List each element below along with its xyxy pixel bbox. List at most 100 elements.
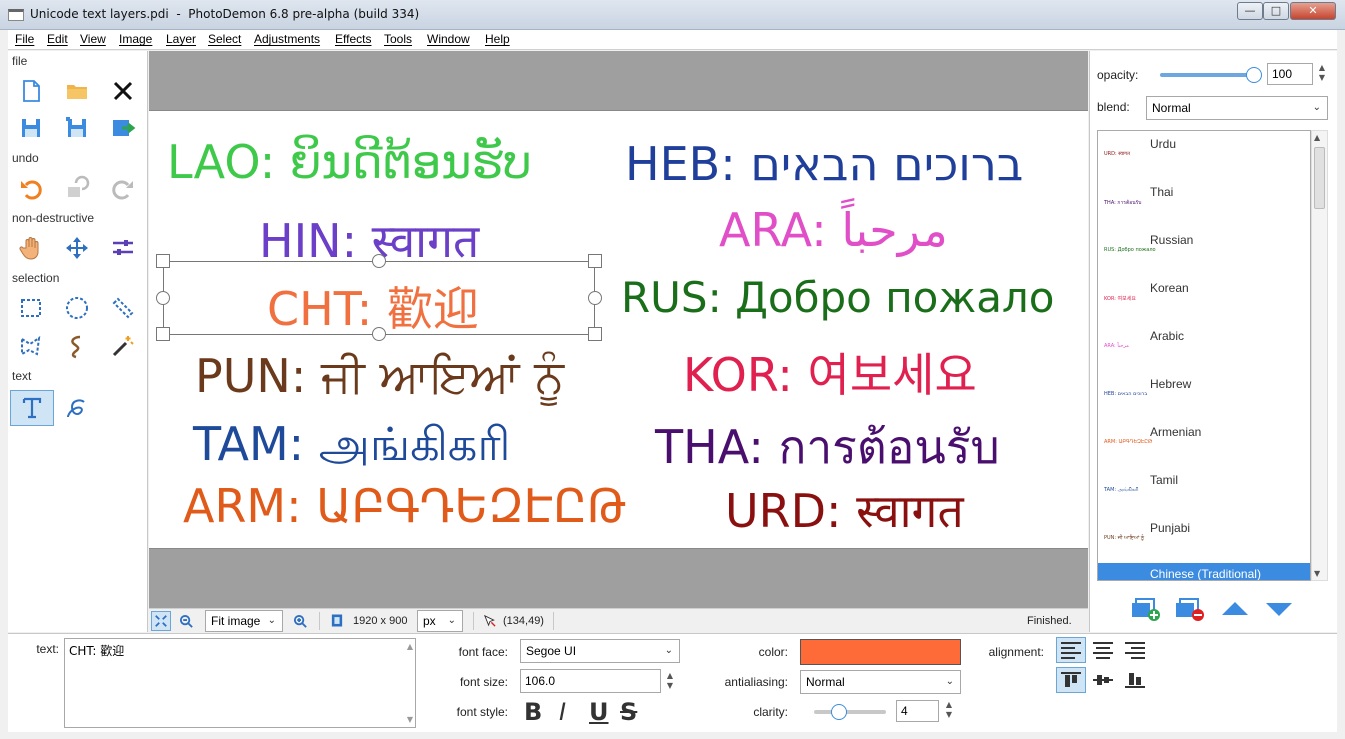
layer-list-item[interactable]: HEB: ברוכים הבאים Hebrew xyxy=(1098,371,1310,419)
unit-dropdown[interactable]: px ⌄ xyxy=(417,610,463,632)
layer-lao[interactable]: LAO: ຍິນດີຕ້ອນຮັບ xyxy=(167,135,532,189)
line-select-tool[interactable] xyxy=(106,292,140,324)
text-tool[interactable] xyxy=(10,390,54,426)
zoom-in-button[interactable] xyxy=(291,612,309,630)
clarity-input[interactable]: 4 xyxy=(896,700,939,722)
text-layer-selection-box[interactable] xyxy=(156,254,602,341)
scroll-down-icon[interactable]: ▼ xyxy=(1314,569,1320,578)
resize-handle-top-left[interactable] xyxy=(156,254,170,268)
hand-tool[interactable] xyxy=(14,232,48,264)
layer-list-item[interactable]: ARA: مرحباً Arabic xyxy=(1098,323,1310,371)
menu-edit[interactable]: Edit xyxy=(47,32,68,46)
layer-punjabi[interactable]: PUN: ਜੀ ਆਇਆਂ ਨੂੰ xyxy=(195,349,564,405)
layer-thai[interactable]: THA: การต้อนรับ xyxy=(655,411,1000,484)
menu-window[interactable]: Window xyxy=(427,32,470,46)
layer-list-item-selected[interactable]: Chinese (Traditional) xyxy=(1098,563,1310,580)
magic-wand-tool[interactable] xyxy=(106,330,140,362)
layer-list-item[interactable]: KOR: 여보세요 Korean xyxy=(1098,275,1310,323)
export-button[interactable] xyxy=(106,112,140,144)
layer-arabic[interactable]: ARA: مرحباً xyxy=(719,203,948,257)
font-size-input[interactable]: 106.0 xyxy=(520,669,661,693)
layer-korean[interactable]: KOR: 여보세요 xyxy=(683,339,977,405)
opacity-input[interactable]: 100 xyxy=(1267,63,1313,85)
zoom-dropdown[interactable]: Fit image ⌄ xyxy=(205,610,283,632)
opacity-spinner[interactable]: ▲ ▼ xyxy=(1317,63,1327,85)
text-input-area[interactable]: CHT: 歡迎 ▲ ▼ xyxy=(64,638,416,728)
canvas-area[interactable]: LAO: ຍິນດີຕ້ອນຮັບ HEB: ברוכים הבאים HIN:… xyxy=(149,51,1088,608)
close-window-button[interactable]: ✕ xyxy=(1290,2,1336,20)
menu-image[interactable]: Image xyxy=(119,32,152,46)
clarity-slider[interactable] xyxy=(814,702,888,722)
layer-list-item[interactable]: PUN: ਜੀ ਆਇਆਂ ਨੂੰ Punjabi xyxy=(1098,515,1310,563)
font-face-dropdown[interactable]: Segoe UI ⌄ xyxy=(520,639,680,663)
undo-button[interactable] xyxy=(14,172,48,204)
color-swatch[interactable] xyxy=(800,639,961,665)
italic-button[interactable]: I xyxy=(559,698,566,726)
antialiasing-dropdown[interactable]: Normal ⌄ xyxy=(800,670,961,694)
layer-russian[interactable]: RUS: Добро пожало xyxy=(621,273,1054,322)
resize-handle-bottom-right[interactable] xyxy=(588,327,602,341)
layer-tamil[interactable]: TAM: அங்கிகரி xyxy=(193,417,510,478)
undo-history-button[interactable] xyxy=(60,172,94,204)
move-layer-down-button[interactable] xyxy=(1264,599,1294,619)
polygon-select-tool[interactable] xyxy=(14,330,48,362)
menu-adjustments[interactable]: Adjustments xyxy=(254,32,320,46)
minimize-button[interactable]: — xyxy=(1237,2,1263,20)
text-scroll-down-icon[interactable]: ▼ xyxy=(407,715,413,724)
layer-list-item[interactable]: RUS: Добро пожало Russian xyxy=(1098,227,1310,275)
menu-file[interactable]: File xyxy=(15,32,34,46)
new-file-button[interactable] xyxy=(14,75,48,107)
layer-armenian[interactable]: ARM: ԱԲԳԴԵԶԷԸԹ xyxy=(183,479,626,533)
image-canvas[interactable]: LAO: ຍິນດີຕ້ອນຮັບ HEB: ברוכים הבאים HIN:… xyxy=(149,110,1088,549)
open-file-button[interactable] xyxy=(60,75,94,107)
layer-list-item[interactable]: THA: การต้อนรับ Thai xyxy=(1098,179,1310,227)
resize-handle-left[interactable] xyxy=(156,291,170,305)
resize-handle-bottom[interactable] xyxy=(372,327,386,341)
menu-layer[interactable]: Layer xyxy=(166,32,196,46)
resize-handle-top[interactable] xyxy=(372,254,386,268)
menu-view[interactable]: View xyxy=(80,32,106,46)
blend-mode-dropdown[interactable]: Normal ⌄ xyxy=(1146,96,1328,120)
layer-list[interactable]: URD: स्वागत Urdu THA: การต้อนรับ Thai RUS:… xyxy=(1097,130,1311,581)
clarity-slider-thumb[interactable] xyxy=(831,704,847,720)
zoom-out-button[interactable] xyxy=(177,612,195,630)
layer-properties-tool[interactable] xyxy=(106,232,140,264)
opacity-slider[interactable] xyxy=(1160,65,1262,85)
menu-tools[interactable]: Tools xyxy=(384,32,412,46)
typography-tool[interactable] xyxy=(60,392,94,424)
menu-effects[interactable]: Effects xyxy=(335,32,371,46)
ellipse-select-tool[interactable] xyxy=(60,292,94,324)
resize-handle-top-right[interactable] xyxy=(588,254,602,268)
resize-handle-bottom-left[interactable] xyxy=(156,327,170,341)
lasso-select-tool[interactable] xyxy=(60,330,94,362)
move-layer-up-button[interactable] xyxy=(1220,599,1250,619)
fit-zoom-button[interactable] xyxy=(151,611,171,631)
align-left-button[interactable] xyxy=(1056,637,1086,663)
scroll-up-icon[interactable]: ▲ xyxy=(1314,133,1320,142)
save-button[interactable] xyxy=(14,112,48,144)
strikethrough-button[interactable]: S xyxy=(620,698,637,726)
layer-list-item[interactable]: URD: स्वागत Urdu xyxy=(1098,131,1310,179)
layer-urdu[interactable]: URD: स्वागत xyxy=(725,479,964,541)
text-scroll-up-icon[interactable]: ▲ xyxy=(407,642,413,651)
delete-layer-button[interactable] xyxy=(1174,595,1206,623)
save-copy-button[interactable] xyxy=(60,112,94,144)
align-top-button[interactable] xyxy=(1056,667,1086,693)
layer-list-item[interactable]: ARM: ԱԲԳԴԵԶԷԸԹ Armenian xyxy=(1098,419,1310,467)
maximize-button[interactable]: □ xyxy=(1263,2,1289,20)
font-size-spinner[interactable]: ▲ ▼ xyxy=(665,671,675,693)
resize-handle-right[interactable] xyxy=(588,291,602,305)
scrollbar-thumb[interactable] xyxy=(1314,147,1325,209)
align-bottom-button[interactable] xyxy=(1120,667,1150,693)
opacity-slider-thumb[interactable] xyxy=(1246,67,1262,83)
bold-button[interactable]: B xyxy=(524,698,542,726)
add-layer-button[interactable] xyxy=(1130,595,1162,623)
layer-hebrew[interactable]: HEB: ברוכים הבאים xyxy=(625,137,1023,191)
redo-button[interactable] xyxy=(106,172,140,204)
rect-select-tool[interactable] xyxy=(14,292,48,324)
align-center-button[interactable] xyxy=(1088,637,1118,663)
clarity-spinner[interactable]: ▲ ▼ xyxy=(944,700,954,722)
layer-list-item[interactable]: TAM: அங்கிகரி Tamil xyxy=(1098,467,1310,515)
align-middle-button[interactable] xyxy=(1088,667,1118,693)
menu-select[interactable]: Select xyxy=(208,32,241,46)
